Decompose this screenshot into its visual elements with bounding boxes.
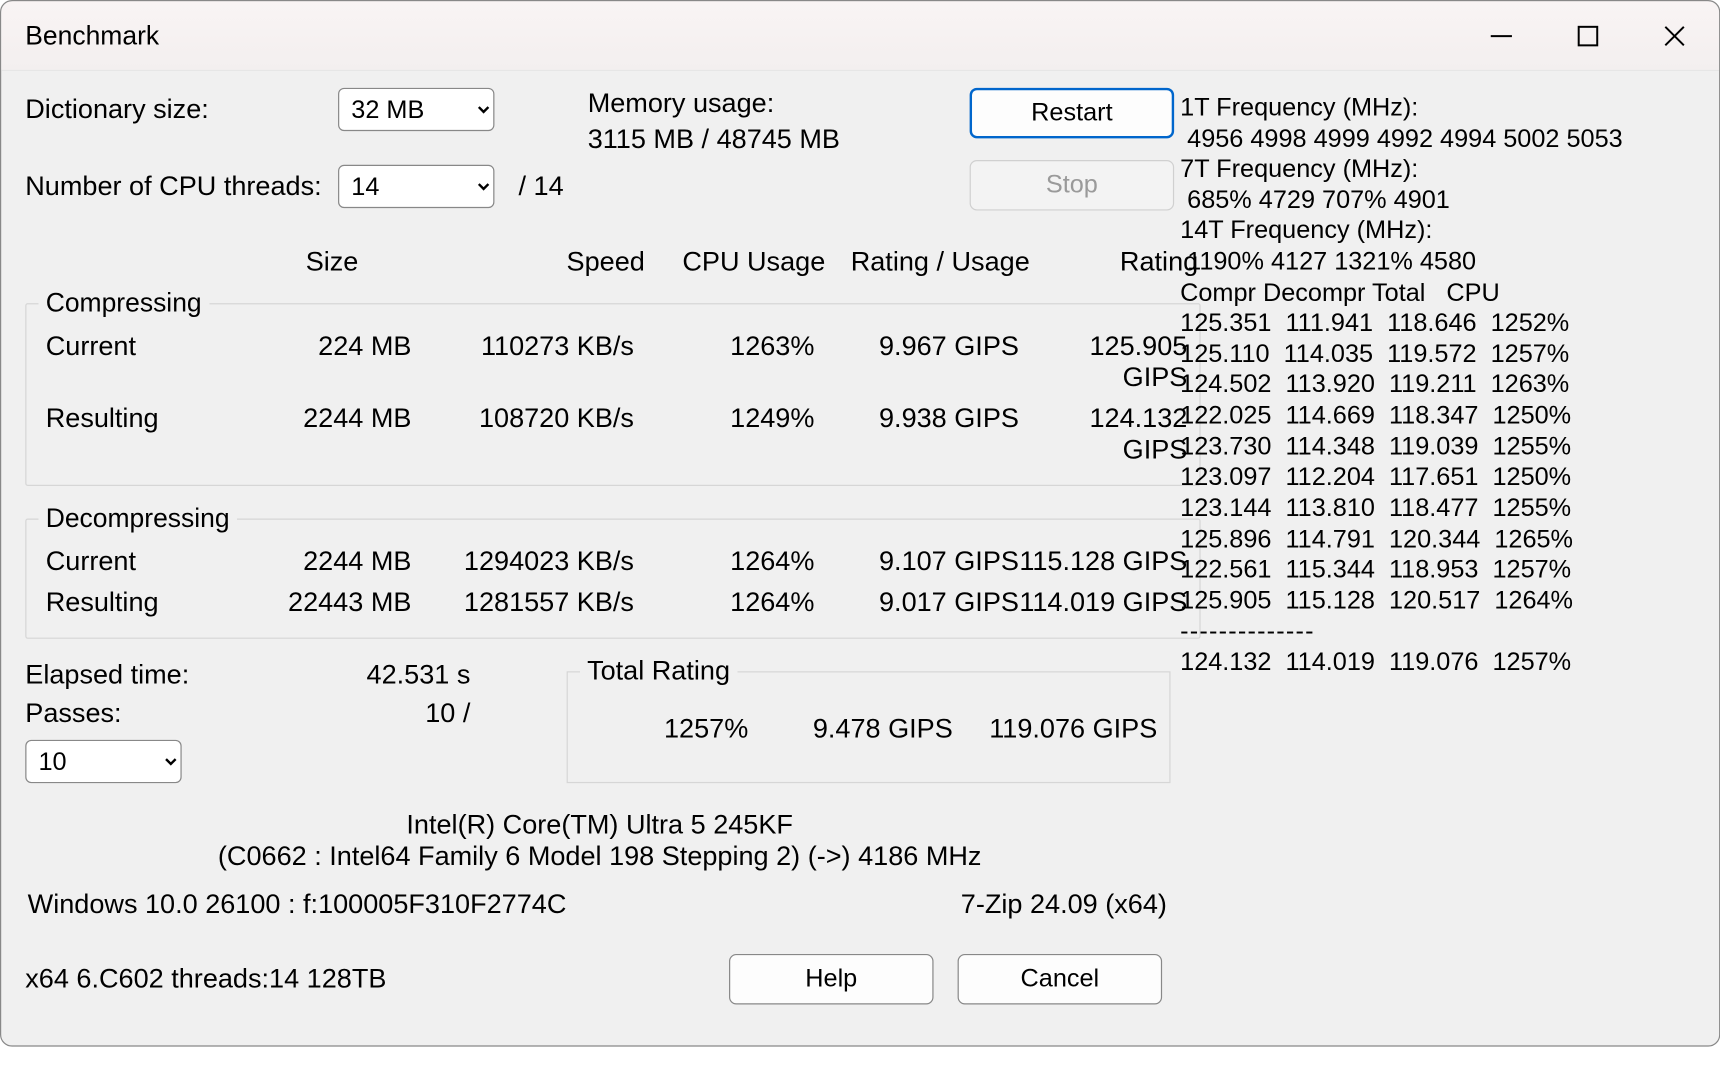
cpu-threads-max: / 14: [518, 171, 563, 202]
memory-usage-value: 3115 MB / 48745 MB: [588, 124, 840, 155]
freq-1t-values: 4956 4998 4999 4992 4994 5002 5053: [1180, 123, 1685, 154]
header-cpu-usage: CPU Usage: [645, 247, 825, 278]
log-row: 124.502 113.920 119.211 1263%: [1180, 370, 1685, 401]
header-rating-usage: Rating / Usage: [825, 247, 1030, 278]
freq-14t-label: 14T Frequency (MHz):: [1180, 216, 1685, 247]
log-row: 123.144 113.810 118.477 1255%: [1180, 493, 1685, 524]
passes-label: Passes:: [25, 698, 266, 729]
header-speed: Speed: [422, 247, 645, 278]
log-divider: --------------: [1180, 616, 1685, 647]
passes-select[interactable]: 10: [25, 740, 181, 783]
header-size: Size: [242, 247, 422, 278]
cpu-info: Intel(R) Core(TM) Ultra 5 245KF (C0662 :…: [25, 810, 1174, 873]
elapsed-time-value: 42.531 s: [266, 659, 471, 690]
total-rating: 119.076 GIPS: [953, 713, 1158, 744]
freq-1t-label: 1T Frequency (MHz):: [1180, 93, 1685, 124]
column-headers: Size Speed CPU Usage Rating / Usage Rati…: [25, 247, 1174, 278]
compressing-legend: Compressing: [38, 288, 208, 319]
freq-7t-label: 7T Frequency (MHz):: [1180, 154, 1685, 185]
close-button[interactable]: [1659, 20, 1690, 51]
compressing-current-row: Current 224 MB 110273 KB/s 1263% 9.967 G…: [38, 326, 1187, 398]
compressing-group: Compressing Current 224 MB 110273 KB/s 1…: [25, 288, 1200, 486]
zip-version: 7-Zip 24.09 (x64): [961, 889, 1167, 920]
stop-button: Stop: [970, 160, 1175, 211]
window-buttons: [1486, 20, 1691, 51]
help-button[interactable]: Help: [729, 954, 934, 1005]
log-panel: 1T Frequency (MHz): 4956 4998 4999 4992 …: [1180, 88, 1685, 1005]
cancel-button[interactable]: Cancel: [958, 954, 1163, 1005]
total-rating-legend: Total Rating: [580, 656, 737, 687]
passes-value: 10 /: [266, 698, 471, 729]
benchmark-window: Benchmark Dictionary size: 32 MB Number …: [0, 0, 1720, 1047]
log-row: 125.896 114.791 120.344 1265%: [1180, 524, 1685, 555]
memory-usage-label: Memory usage:: [588, 88, 840, 119]
total-rating-usage: 9.478 GIPS: [748, 713, 953, 744]
window-title: Benchmark: [25, 20, 159, 51]
cpu-threads-select[interactable]: 14: [338, 165, 494, 208]
cpu-threads-label: Number of CPU threads:: [25, 171, 338, 202]
freq-7t-values: 685% 4729 707% 4901: [1180, 185, 1685, 216]
total-cpu: 1257%: [580, 713, 748, 744]
log-row: 122.561 115.344 118.953 1257%: [1180, 555, 1685, 586]
os-info: Windows 10.0 26100 : f:100005F310F2774C: [28, 889, 567, 920]
elapsed-time-label: Elapsed time:: [25, 659, 266, 690]
decompressing-group: Decompressing Current 2244 MB 1294023 KB…: [25, 503, 1200, 639]
log-row: 125.905 115.128 120.517 1264%: [1180, 586, 1685, 617]
log-row: 125.110 114.035 119.572 1257%: [1180, 339, 1685, 370]
log-row: 123.730 114.348 119.039 1255%: [1180, 432, 1685, 463]
titlebar: Benchmark: [1, 1, 1719, 71]
dictionary-size-select[interactable]: 32 MB: [338, 88, 494, 131]
header-rating: Rating: [1030, 247, 1198, 278]
log-row: 122.025 114.669 118.347 1250%: [1180, 401, 1685, 432]
arch-info: x64 6.C602 threads:14 128TB: [25, 964, 729, 995]
log-summary: 124.132 114.019 119.076 1257%: [1180, 647, 1685, 678]
total-rating-group: Total Rating 1257% 9.478 GIPS 119.076 GI…: [567, 656, 1171, 784]
freq-14t-values: 1190% 4127 1321% 4580: [1180, 247, 1685, 278]
restart-button[interactable]: Restart: [970, 88, 1175, 139]
dictionary-size-label: Dictionary size:: [25, 94, 338, 125]
decompressing-current-row: Current 2244 MB 1294023 KB/s 1264% 9.107…: [38, 541, 1187, 582]
log-header: Compr Decompr Total CPU: [1180, 277, 1685, 308]
decompressing-resulting-row: Resulting 22443 MB 1281557 KB/s 1264% 9.…: [38, 582, 1187, 623]
minimize-button[interactable]: [1486, 20, 1517, 51]
log-row: 123.097 112.204 117.651 1250%: [1180, 462, 1685, 493]
maximize-button[interactable]: [1572, 20, 1603, 51]
log-row: 125.351 111.941 118.646 1252%: [1180, 308, 1685, 339]
compressing-resulting-row: Resulting 2244 MB 108720 KB/s 1249% 9.93…: [38, 398, 1187, 470]
decompressing-legend: Decompressing: [38, 503, 236, 534]
